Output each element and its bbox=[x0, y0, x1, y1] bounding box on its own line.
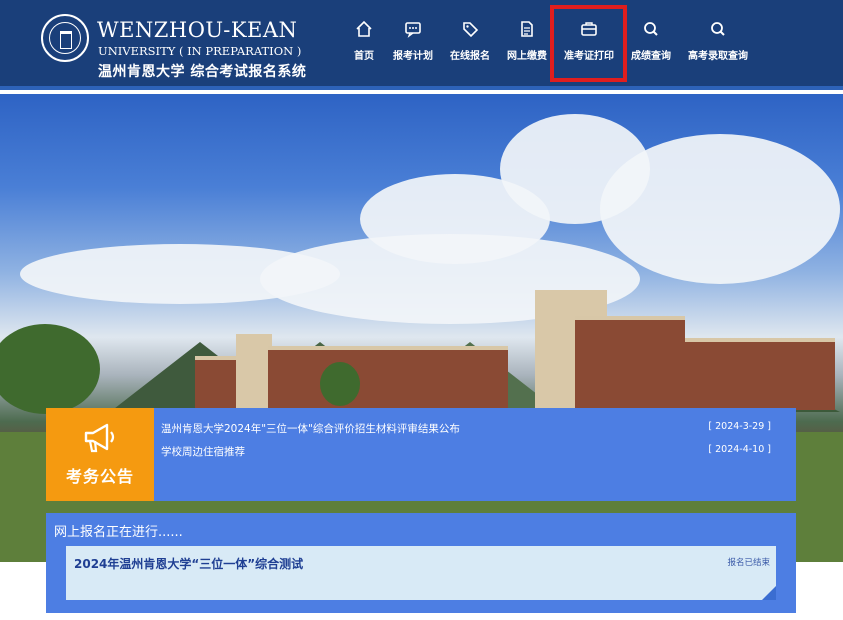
nav-item-online-payment[interactable]: 网上缴费 bbox=[504, 16, 550, 66]
registration-status-badge: 报名已结束 bbox=[727, 558, 770, 568]
nav-item-score-query[interactable]: 成绩查询 bbox=[628, 16, 674, 66]
online-registration-panel: 网上报名正在进行...... 2024年温州肯恩大学“三位一体”综合测试 报名已… bbox=[46, 513, 796, 613]
registration-title: 网上报名正在进行...... bbox=[54, 525, 183, 540]
notice-label-text: 考务公告 bbox=[65, 467, 134, 486]
search-icon bbox=[644, 22, 658, 36]
nav-item-gaokao-admission-query[interactable]: 高考录取查询 bbox=[685, 16, 751, 66]
university-seal-logo[interactable] bbox=[41, 14, 89, 62]
nav-item-online-register[interactable]: 在线报名 bbox=[447, 16, 493, 66]
brand-name-en: WENZHOU-KEAN bbox=[97, 18, 298, 42]
card-corner-decoration bbox=[762, 586, 776, 600]
notice-item-date: [ 2024-4-10 ] bbox=[708, 444, 771, 455]
nav-item-label: 网上缴费 bbox=[507, 51, 547, 62]
home-icon bbox=[356, 20, 372, 37]
nav-item-label: 在线报名 bbox=[450, 51, 490, 62]
notice-item[interactable]: 学校周边住宿推荐 [ 2024-4-10 ] bbox=[161, 444, 771, 462]
search-icon bbox=[711, 22, 725, 36]
brand-subtitle-en: UNIVERSITY ( IN PREPARATION ) bbox=[98, 44, 302, 58]
notice-item-title[interactable]: 学校周边住宿推荐 bbox=[161, 444, 245, 459]
nav-item-exam-plan[interactable]: 报考计划 bbox=[390, 16, 436, 66]
notice-item-title[interactable]: 温州肯恩大学2024年"三位一体"综合评价招生材料评审结果公布 bbox=[161, 421, 460, 436]
nav-item-label: 报考计划 bbox=[393, 51, 433, 62]
nav-item-label: 高考录取查询 bbox=[688, 51, 748, 62]
nav-item-label: 首页 bbox=[354, 51, 374, 62]
brand-name-cn: 温州肯恩大学 综合考试报名系统 bbox=[98, 64, 307, 80]
message-icon bbox=[405, 22, 421, 38]
nav-item-home[interactable]: 首页 bbox=[352, 16, 376, 66]
exam-notice-panel: 考务公告 温州肯恩大学2024年"三位一体"综合评价招生材料评审结果公布 [ 2… bbox=[46, 408, 796, 501]
notice-item[interactable]: 温州肯恩大学2024年"三位一体"综合评价招生材料评审结果公布 [ 2024-3… bbox=[161, 421, 771, 439]
notice-item-date: [ 2024-3-29 ] bbox=[708, 421, 771, 432]
megaphone-icon bbox=[84, 423, 115, 453]
notice-label-block: 考务公告 bbox=[46, 408, 154, 501]
highlight-box bbox=[550, 5, 627, 82]
registration-card-title[interactable]: 2024年温州肯恩大学“三位一体”综合测试 bbox=[74, 555, 303, 572]
registration-card[interactable]: 2024年温州肯恩大学“三位一体”综合测试 报名已结束 bbox=[66, 546, 776, 600]
site-header: WENZHOU-KEAN UNIVERSITY ( IN PREPARATION… bbox=[0, 0, 843, 90]
tag-icon bbox=[463, 22, 479, 38]
document-icon bbox=[521, 21, 533, 37]
nav-item-label: 成绩查询 bbox=[631, 51, 671, 62]
